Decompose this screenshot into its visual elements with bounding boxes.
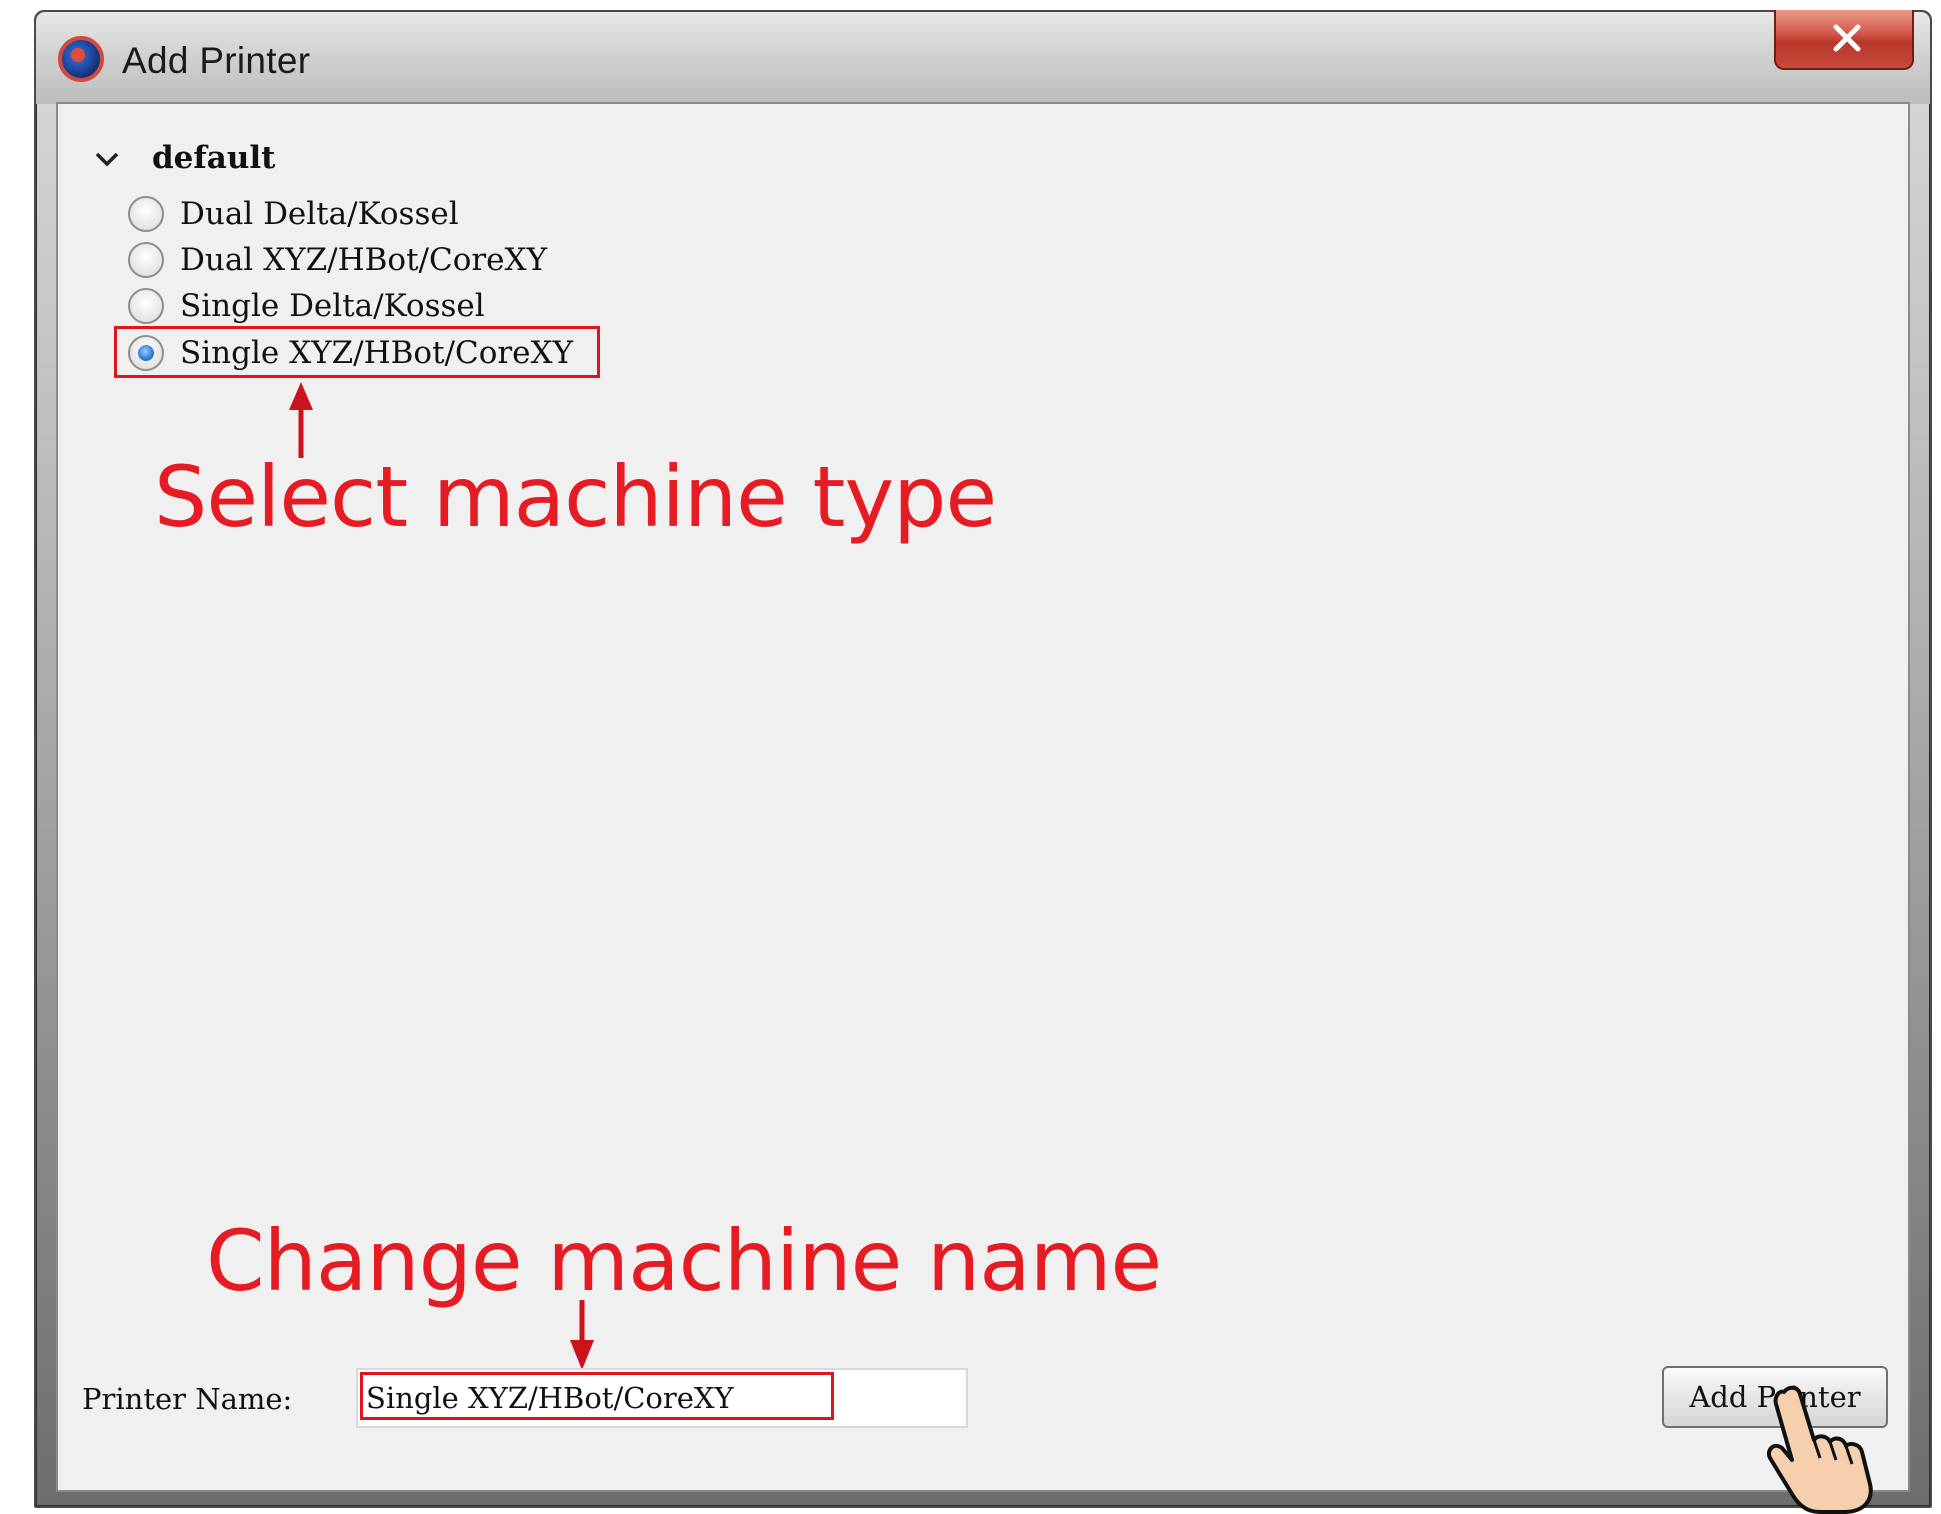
annotation-select-machine-type: Select machine type xyxy=(154,448,997,546)
arrow-down-icon xyxy=(570,1300,594,1370)
printer-name-label: Printer Name: xyxy=(82,1382,293,1416)
radio-button[interactable] xyxy=(128,242,164,278)
chevron-down-icon[interactable] xyxy=(94,150,120,168)
title-bar[interactable]: Add Printer xyxy=(36,10,1930,104)
close-icon xyxy=(1833,24,1861,52)
radio-button[interactable] xyxy=(128,196,164,232)
window-title: Add Printer xyxy=(122,40,311,81)
annotation-change-machine-name: Change machine name xyxy=(206,1212,1162,1310)
close-button[interactable] xyxy=(1774,10,1914,70)
app-logo-icon xyxy=(58,36,104,82)
dialog-content: default Dual Delta/Kossel Dual XYZ/HBot/… xyxy=(56,102,1910,1514)
radio-label: Dual Delta/Kossel xyxy=(180,196,459,232)
highlight-box-machine-type xyxy=(114,326,600,378)
hand-pointer-icon xyxy=(1767,1385,1873,1514)
tree-group-label[interactable]: default xyxy=(152,140,275,176)
add-printer-dialog: Add Printer default Dual Delta/Kossel Du… xyxy=(34,10,1932,1514)
radio-label: Single Delta/Kossel xyxy=(180,288,485,324)
radio-button[interactable] xyxy=(128,288,164,324)
radio-label: Dual XYZ/HBot/CoreXY xyxy=(180,242,548,278)
highlight-box-printer-name xyxy=(360,1372,834,1420)
